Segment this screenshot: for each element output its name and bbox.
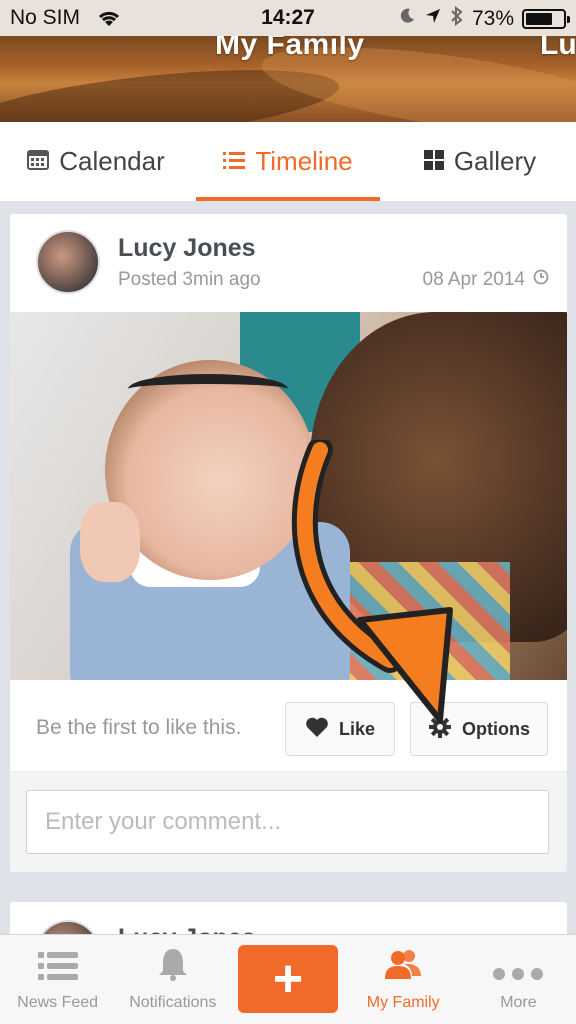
family-title: My Family [215, 36, 365, 61]
options-label: Options [462, 718, 530, 739]
tab-news-feed-label: News Feed [17, 994, 99, 1011]
post-date-text: 08 Apr 2014 [422, 269, 525, 290]
heart-icon [305, 716, 329, 743]
bottom-tab-bar: News Feed Notifications My Family More + [0, 934, 576, 1024]
location-arrow-icon [424, 7, 442, 31]
tab-gallery-label: Gallery [453, 146, 537, 176]
tab-news-feed[interactable]: News Feed [0, 935, 115, 1024]
bluetooth-icon [450, 5, 464, 32]
section-tabs: Calendar Timeline Gallery [0, 122, 576, 202]
post-date: 08 Apr 2014 [423, 269, 549, 291]
tab-calendar[interactable]: Calendar [0, 122, 192, 201]
bell-icon [157, 947, 189, 986]
tab-notifications[interactable]: Notifications [115, 935, 230, 1024]
tab-my-family[interactable]: My Family [346, 935, 461, 1024]
plus-icon: + [272, 950, 304, 1008]
tab-timeline-label: Timeline [255, 146, 353, 176]
battery-percent: 73% [471, 7, 514, 30]
likes-summary: Be the first to like this. [36, 716, 242, 739]
tab-more[interactable]: More [461, 935, 576, 1024]
avatar[interactable] [36, 230, 100, 294]
battery-icon [522, 9, 570, 29]
family-title-secondary: Lu [540, 36, 576, 61]
tab-notifications-label: Notifications [129, 994, 217, 1011]
tab-my-family-label: My Family [366, 994, 440, 1011]
moon-icon [398, 7, 416, 31]
options-button[interactable]: Options [410, 702, 548, 756]
grid-icon [423, 146, 444, 177]
status-bar: No SIM 14:27 73% [0, 0, 576, 36]
gear-icon [428, 715, 452, 744]
tab-timeline[interactable]: Timeline [192, 122, 384, 201]
add-post-button[interactable]: + [238, 945, 338, 1013]
post-time-ago: Posted 3min ago [118, 269, 261, 290]
family-banner: My Family Lu [0, 36, 576, 122]
tab-gallery[interactable]: Gallery [384, 122, 576, 201]
list-icon [223, 146, 246, 177]
comment-input[interactable] [26, 790, 549, 854]
post-card: Lucy Jones Posted 3min ago 08 Apr 2014 B… [10, 214, 567, 872]
post-actions: Be the first to like this. Like Options [10, 680, 567, 772]
news-feed-icon [37, 951, 78, 986]
more-icon [492, 967, 544, 986]
post-photo[interactable] [10, 312, 567, 680]
like-label: Like [338, 718, 376, 739]
post-author[interactable]: Lucy Jones [118, 234, 256, 263]
family-icon [384, 949, 422, 986]
tab-more-label: More [500, 994, 537, 1011]
comment-area [10, 772, 567, 872]
clock-icon [533, 269, 549, 291]
calendar-icon [27, 146, 50, 177]
like-button[interactable]: Like [285, 702, 395, 756]
tab-calendar-label: Calendar [59, 146, 165, 176]
